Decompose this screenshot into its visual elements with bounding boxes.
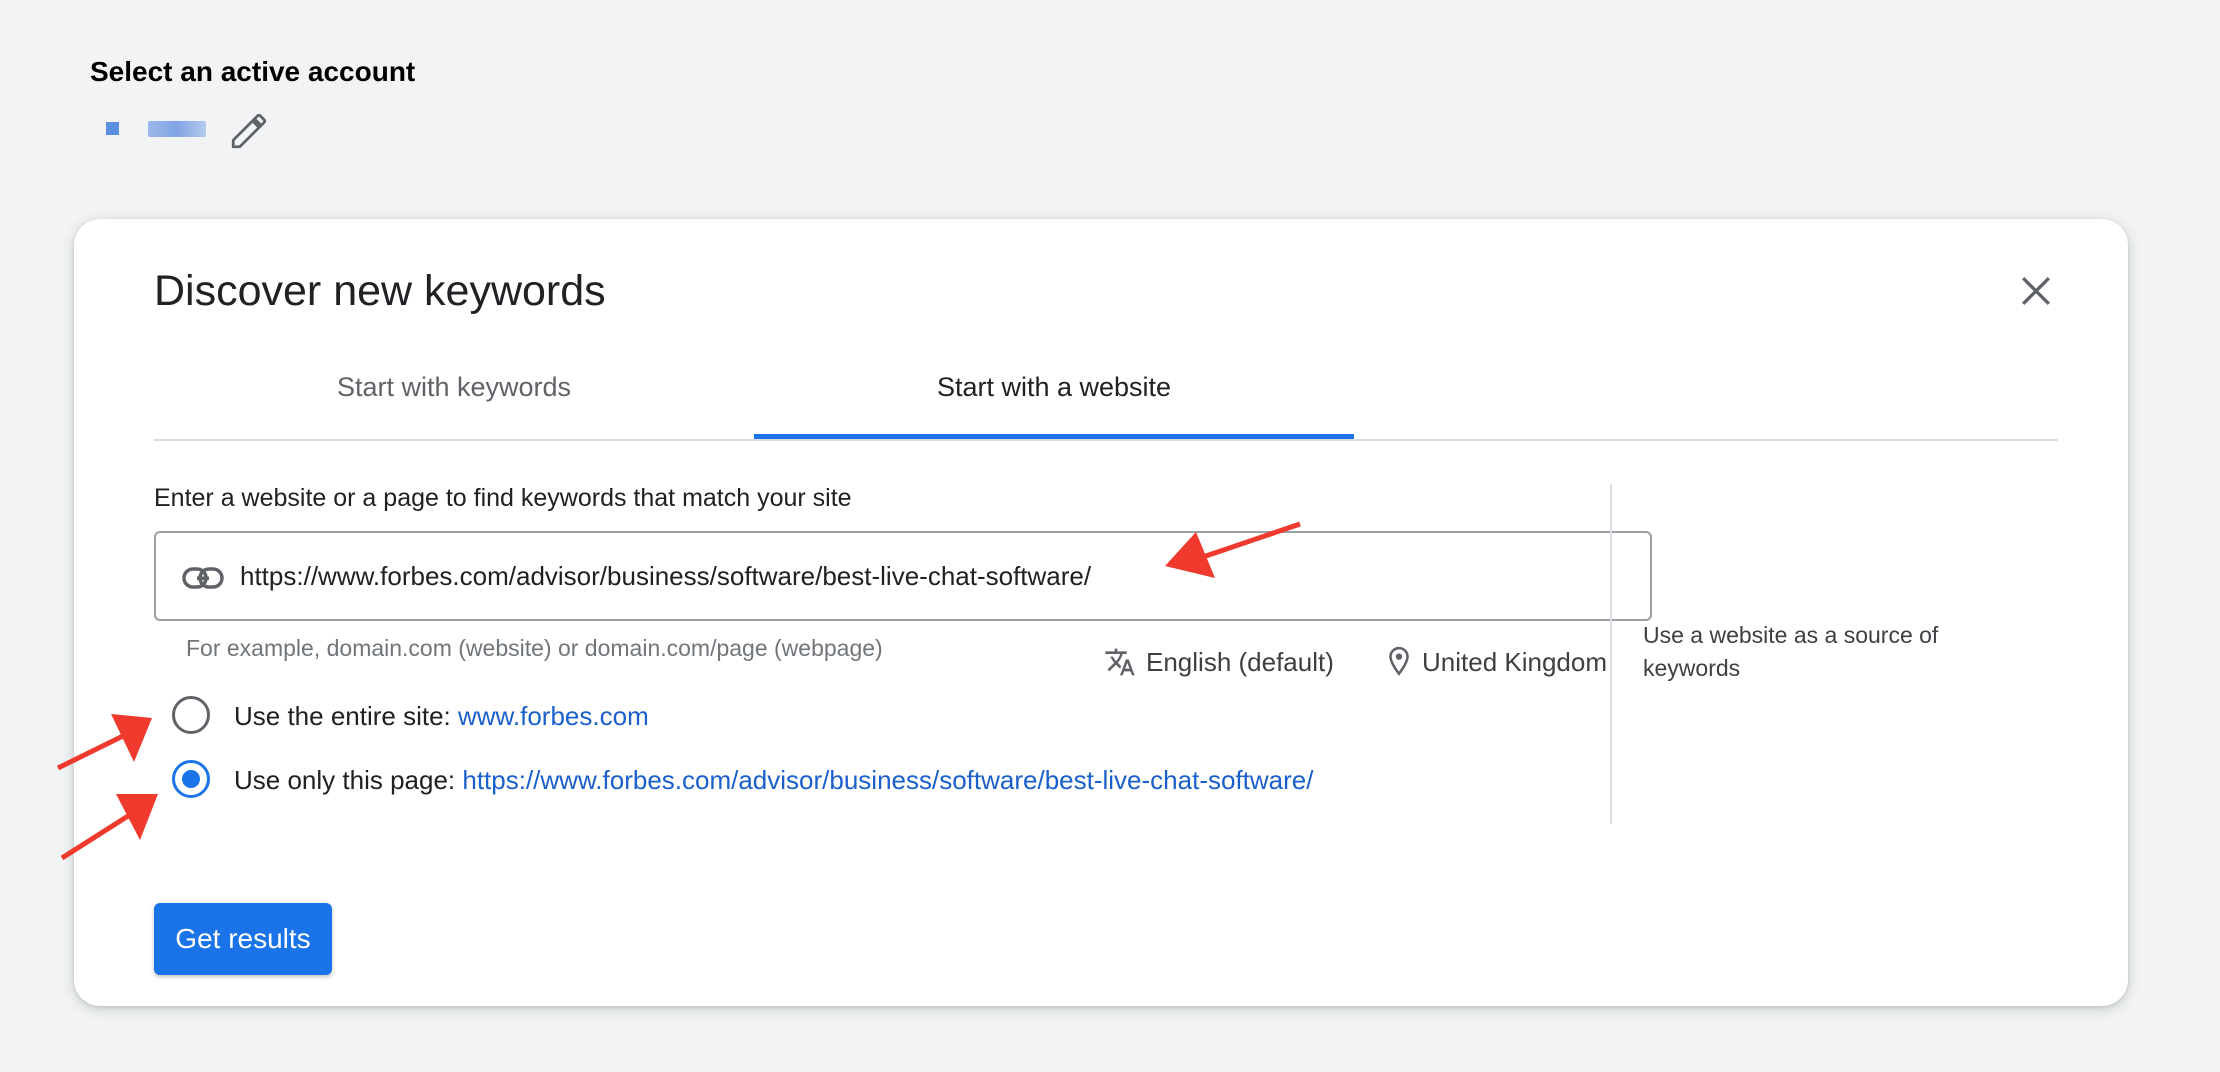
tab-bar: Start with keywords Start with a website xyxy=(154,337,2058,441)
language-selector[interactable]: English (default) xyxy=(1146,647,1334,678)
account-name-redacted xyxy=(148,121,206,137)
option-entire-site-text: Use the entire site: www.forbes.com xyxy=(234,701,649,732)
only-this-page-link[interactable]: https://www.forbes.com/advisor/business/… xyxy=(462,765,1313,795)
translate-icon xyxy=(1105,648,1135,676)
dialog-title: Discover new keywords xyxy=(154,267,606,315)
website-field-hint: For example, domain.com (website) or dom… xyxy=(186,635,883,661)
location-pin-icon xyxy=(1389,646,1409,676)
radio-selected-dot xyxy=(182,770,200,788)
radio-only-this-page[interactable] xyxy=(172,760,210,798)
tab-start-with-website[interactable]: Start with a website xyxy=(754,337,1354,437)
location-selector[interactable]: United Kingdom xyxy=(1422,647,1607,678)
side-help-text: Use a website as a source of keywords xyxy=(1643,622,1939,681)
option-entire-site-label: Use the entire site: xyxy=(234,701,458,731)
account-avatar xyxy=(106,122,119,135)
website-url-value: https://www.forbes.com/advisor/business/… xyxy=(240,561,1092,591)
entire-site-link[interactable]: www.forbes.com xyxy=(458,701,649,731)
option-only-this-page[interactable]: Use only this page: https://www.forbes.c… xyxy=(172,760,1572,804)
discover-keywords-dialog: Discover new keywords Start with keyword… xyxy=(74,219,2128,1006)
link-icon xyxy=(182,567,224,589)
option-only-this-page-label: Use only this page: xyxy=(234,765,463,795)
get-results-button[interactable]: Get results xyxy=(154,903,332,975)
radio-entire-site[interactable] xyxy=(172,696,210,734)
close-icon[interactable] xyxy=(2014,269,2058,313)
tab-start-with-keywords[interactable]: Start with keywords xyxy=(154,337,754,437)
option-entire-site[interactable]: Use the entire site: www.forbes.com xyxy=(172,696,1572,740)
website-url-input[interactable]: https://www.forbes.com/advisor/business/… xyxy=(154,531,1652,621)
account-heading: Select an active account xyxy=(90,56,416,87)
side-divider xyxy=(1610,484,1612,824)
pencil-icon[interactable] xyxy=(228,110,270,152)
option-only-this-page-text: Use only this page: https://www.forbes.c… xyxy=(234,765,1313,796)
website-field-label: Enter a website or a page to find keywor… xyxy=(154,484,852,512)
active-tab-indicator xyxy=(754,434,1354,439)
account-selector[interactable] xyxy=(90,110,270,152)
targeting-settings: English (default) United Kingdom xyxy=(1104,644,1652,680)
